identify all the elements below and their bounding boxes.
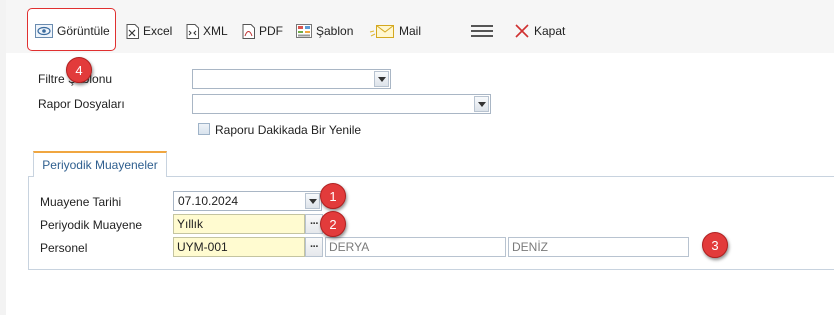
personnel-code-input[interactable]: UYM-001 xyxy=(173,237,305,257)
view-button[interactable]: Görüntüle xyxy=(35,18,110,44)
inspection-date-label: Muayene Tarihi xyxy=(40,195,122,209)
inspection-date-value: 07.10.2024 xyxy=(178,194,239,208)
periodic-inspection-label: Periyodik Muayene xyxy=(40,218,143,232)
mail-button[interactable]: Mail xyxy=(369,18,421,44)
tab-label: Periyodik Muayeneler xyxy=(42,158,158,172)
annotation-badge-1: 1 xyxy=(320,183,346,209)
report-files-select[interactable] xyxy=(192,94,491,114)
close-icon xyxy=(514,23,530,39)
close-button-label: Kapat xyxy=(534,24,566,38)
calendar-dropdown-icon[interactable] xyxy=(305,193,320,209)
inspection-date-field[interactable]: 07.10.2024 xyxy=(173,191,322,211)
annotation-badge-3: 3 xyxy=(702,232,728,258)
xml-button[interactable]: XML xyxy=(186,18,228,44)
xml-button-label: XML xyxy=(203,24,228,38)
pdf-icon xyxy=(242,23,255,39)
personnel-label: Personel xyxy=(40,241,88,255)
personnel-lookup-button[interactable]: ··· xyxy=(305,237,323,257)
xml-icon xyxy=(186,23,199,39)
chevron-down-icon[interactable] xyxy=(474,96,489,112)
mail-icon xyxy=(369,23,395,39)
hamburger-menu-icon xyxy=(471,24,493,38)
personnel-last-name-field: DENİZ xyxy=(508,237,689,257)
ellipsis-icon: ··· xyxy=(310,218,319,230)
view-icon xyxy=(35,24,53,38)
refresh-checkbox[interactable] xyxy=(198,123,210,135)
refresh-checkbox-label: Raporu Dakikada Bir Yenile xyxy=(215,123,362,137)
close-button[interactable]: Kapat xyxy=(514,18,565,44)
excel-button-label: Excel xyxy=(143,24,173,38)
template-icon xyxy=(296,24,312,38)
personnel-first-name-field: DERYA xyxy=(325,237,506,257)
template-button[interactable]: Şablon xyxy=(296,18,353,44)
ellipsis-icon: ··· xyxy=(310,241,319,253)
template-button-label: Şablon xyxy=(316,24,354,38)
menu-button[interactable] xyxy=(471,18,497,44)
mail-button-label: Mail xyxy=(399,24,422,38)
excel-icon xyxy=(126,23,139,39)
tab-periodic-inspections[interactable]: Periyodik Muayeneler xyxy=(33,151,167,177)
view-button-label: Görüntüle xyxy=(57,24,110,38)
chevron-down-icon[interactable] xyxy=(374,71,389,87)
annotation-badge-2: 2 xyxy=(320,211,346,237)
excel-button[interactable]: Excel xyxy=(126,18,172,44)
report-files-label: Rapor Dosyaları xyxy=(38,97,125,111)
pdf-button-label: PDF xyxy=(259,24,283,38)
periodic-inspection-input[interactable]: Yıllık xyxy=(173,214,305,234)
pdf-button[interactable]: PDF xyxy=(242,18,283,44)
filter-template-select[interactable] xyxy=(192,69,391,89)
annotation-badge-4: 4 xyxy=(66,57,92,83)
